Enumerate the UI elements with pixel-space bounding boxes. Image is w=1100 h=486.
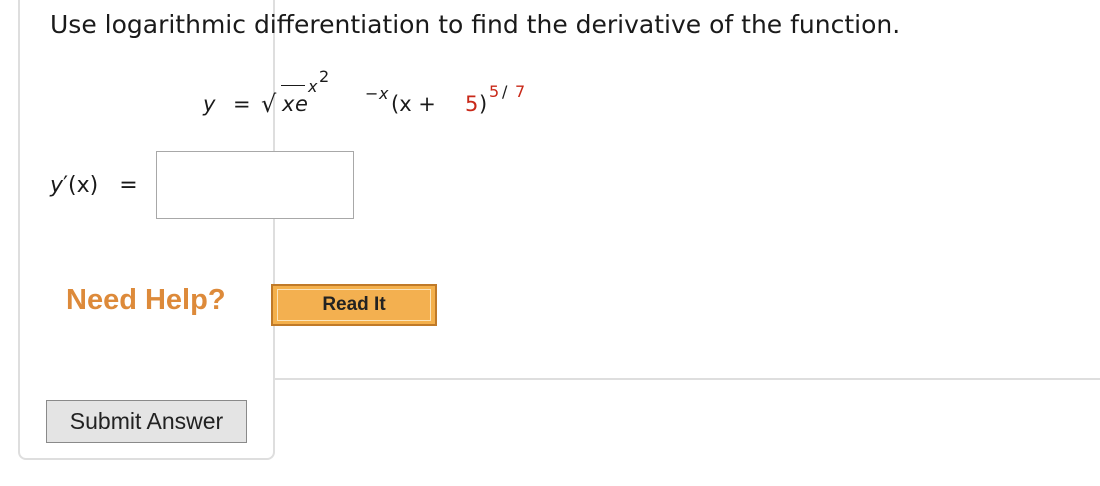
answer-label: y′(x) = xyxy=(50,173,138,198)
outer-exp-den: 7 xyxy=(515,82,526,101)
sqrt-bar xyxy=(281,85,305,86)
card-divider xyxy=(275,378,1100,380)
outer-exp-num: 5 xyxy=(489,82,500,101)
read-it-label: Read It xyxy=(277,289,431,321)
constant-value: 5 xyxy=(465,92,479,116)
exp-power: 2 xyxy=(319,67,330,86)
exp-minus: − xyxy=(365,84,379,103)
answer-input[interactable] xyxy=(156,151,354,219)
answer-label-var: y xyxy=(50,173,64,198)
outer-exp-slash: / xyxy=(502,82,508,101)
answer-equals: = xyxy=(119,173,138,198)
need-help-heading: Need Help? xyxy=(66,284,226,316)
exp-tail: x xyxy=(379,84,389,103)
sqrt-icon: √ xyxy=(261,90,277,118)
exp-var: x xyxy=(308,77,318,96)
equation-lhs: y xyxy=(203,92,216,116)
equation-equals: = xyxy=(233,92,251,116)
submit-answer-button[interactable]: Submit Answer xyxy=(46,400,247,443)
exp-base: e xyxy=(295,92,308,116)
function-equation: y = √ x e x 2 − x (x + 5 ) 5 / 7 xyxy=(203,67,583,124)
radicand: x xyxy=(282,92,295,116)
question-prompt: Use logarithmic differentiation to find … xyxy=(50,10,901,39)
read-it-button[interactable]: Read It xyxy=(271,284,437,326)
answer-label-rest: ′(x) xyxy=(63,173,99,198)
paren-close: ) xyxy=(479,92,488,116)
paren-open: (x + xyxy=(391,92,436,116)
